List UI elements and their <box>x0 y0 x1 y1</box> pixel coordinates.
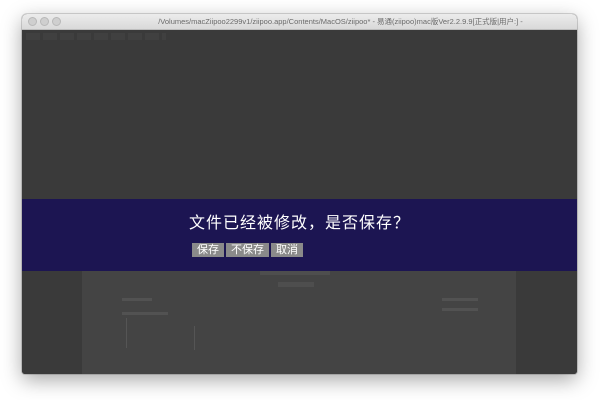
dimmed-text-line <box>122 298 152 301</box>
dimmed-document-subtitle <box>278 282 314 287</box>
dialog-message: 文件已经被修改，是否保存？ <box>188 213 410 232</box>
dimmed-document-page <box>82 256 516 374</box>
dont-save-button[interactable]: 不保存 <box>226 243 269 257</box>
dimmed-text-line <box>442 298 478 301</box>
close-window-icon[interactable] <box>28 17 37 26</box>
app-window: /Volumes/macZiipoo2299v1/ziipoo.app/Cont… <box>22 14 577 374</box>
title-bar: /Volumes/macZiipoo2299v1/ziipoo.app/Cont… <box>22 14 577 30</box>
dimmed-text-line <box>442 308 478 311</box>
save-prompt-dialog: 文件已经被修改，是否保存？ 保存 不保存 取消 <box>22 199 577 271</box>
window-title: /Volumes/macZiipoo2299v1/ziipoo.app/Cont… <box>158 17 523 26</box>
dimmed-table-rule <box>194 326 195 350</box>
dimmed-text-line <box>122 312 168 315</box>
dimmed-toolbar <box>26 33 166 40</box>
minimize-window-icon[interactable] <box>40 17 49 26</box>
zoom-window-icon[interactable] <box>52 17 61 26</box>
desktop: /Volumes/macZiipoo2299v1/ziipoo.app/Cont… <box>0 0 600 400</box>
save-button[interactable]: 保存 <box>192 243 224 257</box>
dimmed-content-area: 文件已经被修改，是否保存？ 保存 不保存 取消 <box>22 30 577 374</box>
dimmed-table-rule <box>126 318 127 348</box>
dialog-button-row: 保存 不保存 取消 <box>192 243 303 257</box>
cancel-button[interactable]: 取消 <box>271 243 303 257</box>
